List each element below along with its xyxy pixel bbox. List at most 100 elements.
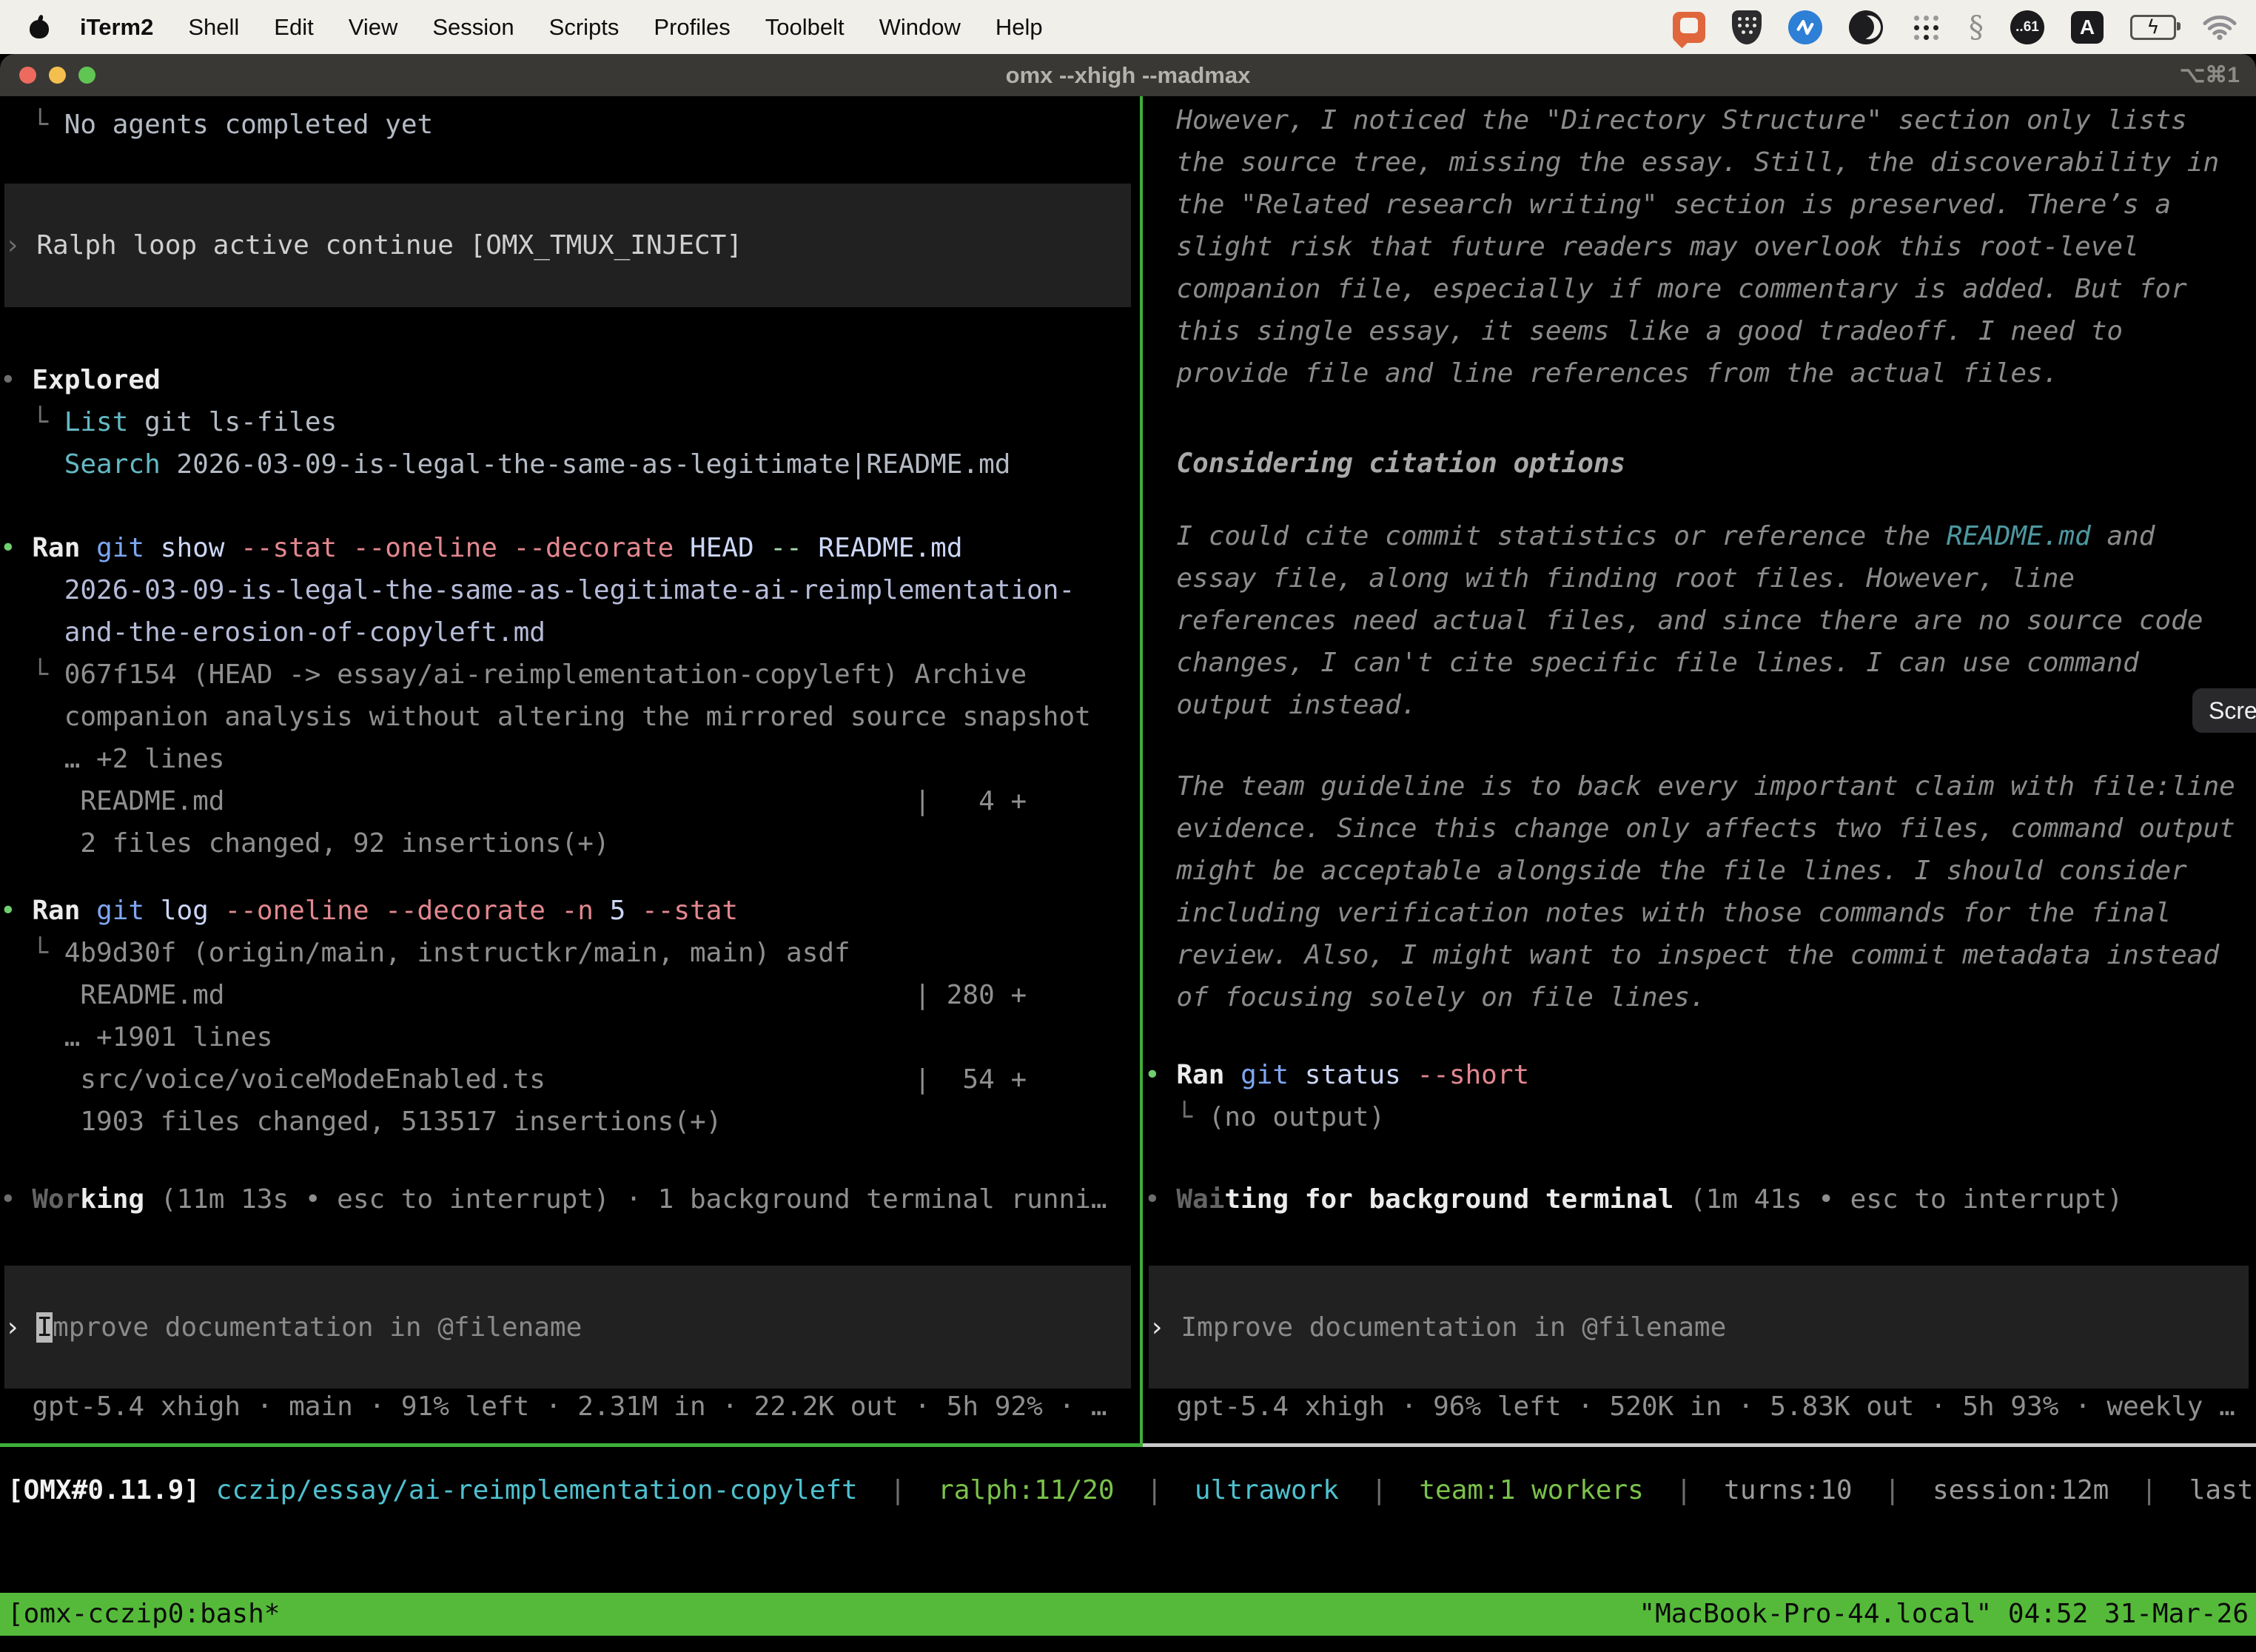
squiggle-icon[interactable]: § (1969, 11, 1984, 44)
terminal-line: └ 067f154 (HEAD -> essay/ai-reimplementa… (0, 654, 1138, 696)
terminal-line: README.md | 280 + (0, 974, 1138, 1016)
battery-icon[interactable]: ϟ (2130, 15, 2176, 40)
right-pane-bottom-border (1143, 1443, 2256, 1447)
terminal-line: • Ran git show --stat --oneline --decora… (0, 527, 1138, 569)
menu-item-iterm2[interactable]: iTerm2 (80, 14, 153, 41)
terminal-line: … +2 lines (0, 738, 1138, 780)
menubar-status-icons: § ..61 A ϟ (1673, 10, 2237, 44)
dots-grid-icon[interactable] (1910, 11, 1942, 44)
omx-status-line: [OMX#0.11.9] cczip/essay/ai-reimplementa… (7, 1469, 2256, 1511)
terminal-line: › Improve documentation in @filename (4, 1306, 1131, 1349)
chat-icon[interactable] (1673, 12, 1705, 43)
menu-item-scripts[interactable]: Scripts (549, 14, 620, 41)
terminal-line: companion file, especially if more comme… (1144, 268, 2256, 310)
reasoning-para-2: I could cite commit statistics or refere… (1144, 515, 2256, 726)
window-shortcut-badge: ⌥⌘1 (2180, 54, 2240, 96)
badge-61-icon[interactable]: ..61 (2010, 10, 2044, 44)
apple-menu-icon[interactable] (30, 16, 49, 38)
model-status-line: gpt-5.4 xhigh · 96% left · 520K in · 5.8… (1144, 1386, 2256, 1428)
shield-icon[interactable] (1732, 10, 1762, 44)
menu-item-toolbelt[interactable]: Toolbelt (765, 14, 845, 41)
model-status-line: gpt-5.4 xhigh · main · 91% left · 2.31M … (0, 1386, 1138, 1428)
pane-left[interactable]: └ No agents completed yet › Ralph loop ac… (0, 96, 1138, 1443)
tmux-session-label: [omx-cczip0:bash* (7, 1593, 280, 1636)
tmux-host-clock-label: "MacBook-Pro-44.local" 04:52 31-Mar-26 (1639, 1593, 2249, 1636)
left-pane-bottom-border (0, 1443, 1143, 1447)
screen-tooltip-label: Scre (2209, 697, 2256, 725)
terminal-line: • Ran git log --oneline --decorate -n 5 … (0, 890, 1138, 932)
menu-item-shell[interactable]: Shell (188, 14, 239, 41)
reasoning-para-1: However, I noticed the "Directory Struct… (1144, 99, 2256, 394)
window-title: omx --xhigh --madmax (0, 54, 2256, 96)
terminal-line: including verification notes with those … (1144, 892, 2256, 934)
terminal[interactable]: └ No agents completed yet › Ralph loop ac… (0, 96, 2256, 1443)
terminal-line: slight risk that future readers may over… (1144, 226, 2256, 268)
terminal-line: I could cite commit statistics or refere… (1144, 515, 2256, 557)
terminal-line: review. Also, I might want to inspect th… (1144, 934, 2256, 976)
terminal-line: companion analysis without altering the … (0, 696, 1138, 738)
prompt-input-box[interactable]: › Improve documentation in @filename (4, 1266, 1131, 1389)
menu-item-session[interactable]: Session (432, 14, 514, 41)
terminal-line: this single essay, it seems like a good … (1144, 310, 2256, 352)
terminal-line: 2 files changed, 92 insertions(+) (0, 822, 1138, 864)
reasoning-heading: Considering citation options (1144, 443, 2256, 485)
menu-item-view[interactable]: View (349, 14, 398, 41)
terminal-line: Considering citation options (1144, 443, 2256, 485)
terminal-line: └ No agents completed yet (0, 104, 1138, 146)
terminal-line: changes, I can't cite specific file line… (1144, 642, 2256, 684)
battery-bolt-glyph: ϟ (2146, 18, 2159, 37)
pane-right[interactable]: However, I noticed the "Directory Struct… (1144, 96, 2256, 1443)
screen: iTerm2 Shell Edit View Session Scripts Profile… (0, 0, 2256, 1652)
menu-item-profiles[interactable]: Profiles (654, 14, 730, 41)
explored-block: • Explored └ List git ls-files Search 20… (0, 359, 1138, 486)
terminal-line: • Waiting for background terminal (1m 41… (1144, 1178, 2256, 1220)
working-status: • Working (11m 13s • esc to interrupt) ·… (0, 1178, 1138, 1220)
terminal-line: However, I noticed the "Directory Struct… (1144, 99, 2256, 141)
terminal-line: essay file, along with finding root file… (1144, 557, 2256, 600)
pane-divider[interactable] (1140, 96, 1143, 1443)
reasoning-para-3: The team guideline is to back every impo… (1144, 765, 2256, 1018)
agents-note: └ No agents completed yet (0, 104, 1138, 146)
terminal-line: └ 4b9d30f (origin/main, instructkr/main,… (0, 932, 1138, 974)
git-log-block: • Ran git log --oneline --decorate -n 5 … (0, 890, 1138, 1143)
terminal-line: • Ran git status --short (1144, 1054, 2256, 1096)
terminal-line: › Ralph loop active continue [OMX_TMUX_I… (4, 224, 1131, 266)
wifi-icon[interactable] (2203, 14, 2237, 41)
terminal-line: • Working (11m 13s • esc to interrupt) ·… (0, 1178, 1138, 1220)
waiting-status: • Waiting for background terminal (1m 41… (1144, 1178, 2256, 1220)
terminal-line: • Explored (0, 359, 1138, 401)
terminal-line: the "Related research writing" section i… (1144, 184, 2256, 226)
menu-items: iTerm2 Shell Edit View Session Scripts Profile… (80, 14, 1043, 41)
terminal-line: references need actual files, and since … (1144, 600, 2256, 642)
terminal-line: › Improve documentation in @filename (1149, 1306, 2249, 1349)
terminal-line: evidence. Since this change only affects… (1144, 807, 2256, 850)
terminal-line: 2026-03-09-is-legal-the-same-as-legitima… (0, 569, 1138, 611)
keyboard-a-icon[interactable]: A (2071, 11, 2104, 44)
terminal-line: The team guideline is to back every impo… (1144, 765, 2256, 807)
terminal-line: src/voice/voiceModeEnabled.ts | 54 + (0, 1058, 1138, 1101)
terminal-line: might be acceptable alongside the file l… (1144, 850, 2256, 892)
window-title-bar[interactable]: omx --xhigh --madmax ⌥⌘1 (0, 54, 2256, 96)
terminal-line: output instead. (1144, 684, 2256, 726)
terminal-line: └ (no output) (1144, 1096, 2256, 1138)
terminal-line: gpt-5.4 xhigh · 96% left · 520K in · 5.8… (1144, 1386, 2256, 1428)
git-show-block: • Ran git show --stat --oneline --decora… (0, 527, 1138, 864)
terminal-line: 1903 files changed, 513517 insertions(+) (0, 1101, 1138, 1143)
pulse-icon[interactable] (1788, 10, 1822, 44)
moon-icon[interactable] (1849, 10, 1883, 44)
menu-item-window[interactable]: Window (879, 14, 961, 41)
terminal-line: the source tree, missing the essay. Stil… (1144, 141, 2256, 184)
terminal-line: gpt-5.4 xhigh · main · 91% left · 2.31M … (0, 1386, 1138, 1428)
terminal-line: └ List git ls-files (0, 401, 1138, 443)
terminal-line: README.md | 4 + (0, 780, 1138, 822)
terminal-line: and-the-erosion-of-copyleft.md (0, 611, 1138, 654)
terminal-line: … +1901 lines (0, 1016, 1138, 1058)
terminal-line: of focusing solely on file lines. (1144, 976, 2256, 1018)
screen-tooltip: Scre (2192, 688, 2256, 733)
terminal-line: Search 2026-03-09-is-legal-the-same-as-l… (0, 443, 1138, 486)
prompt-input-box[interactable]: › Improve documentation in @filename (1149, 1266, 2249, 1389)
menu-item-help[interactable]: Help (996, 14, 1043, 41)
menu-item-edit[interactable]: Edit (274, 14, 313, 41)
tmux-status-bar: [omx-cczip0:bash* "MacBook-Pro-44.local"… (0, 1593, 2256, 1636)
ralph-inject-box: › Ralph loop active continue [OMX_TMUX_I… (4, 184, 1131, 307)
